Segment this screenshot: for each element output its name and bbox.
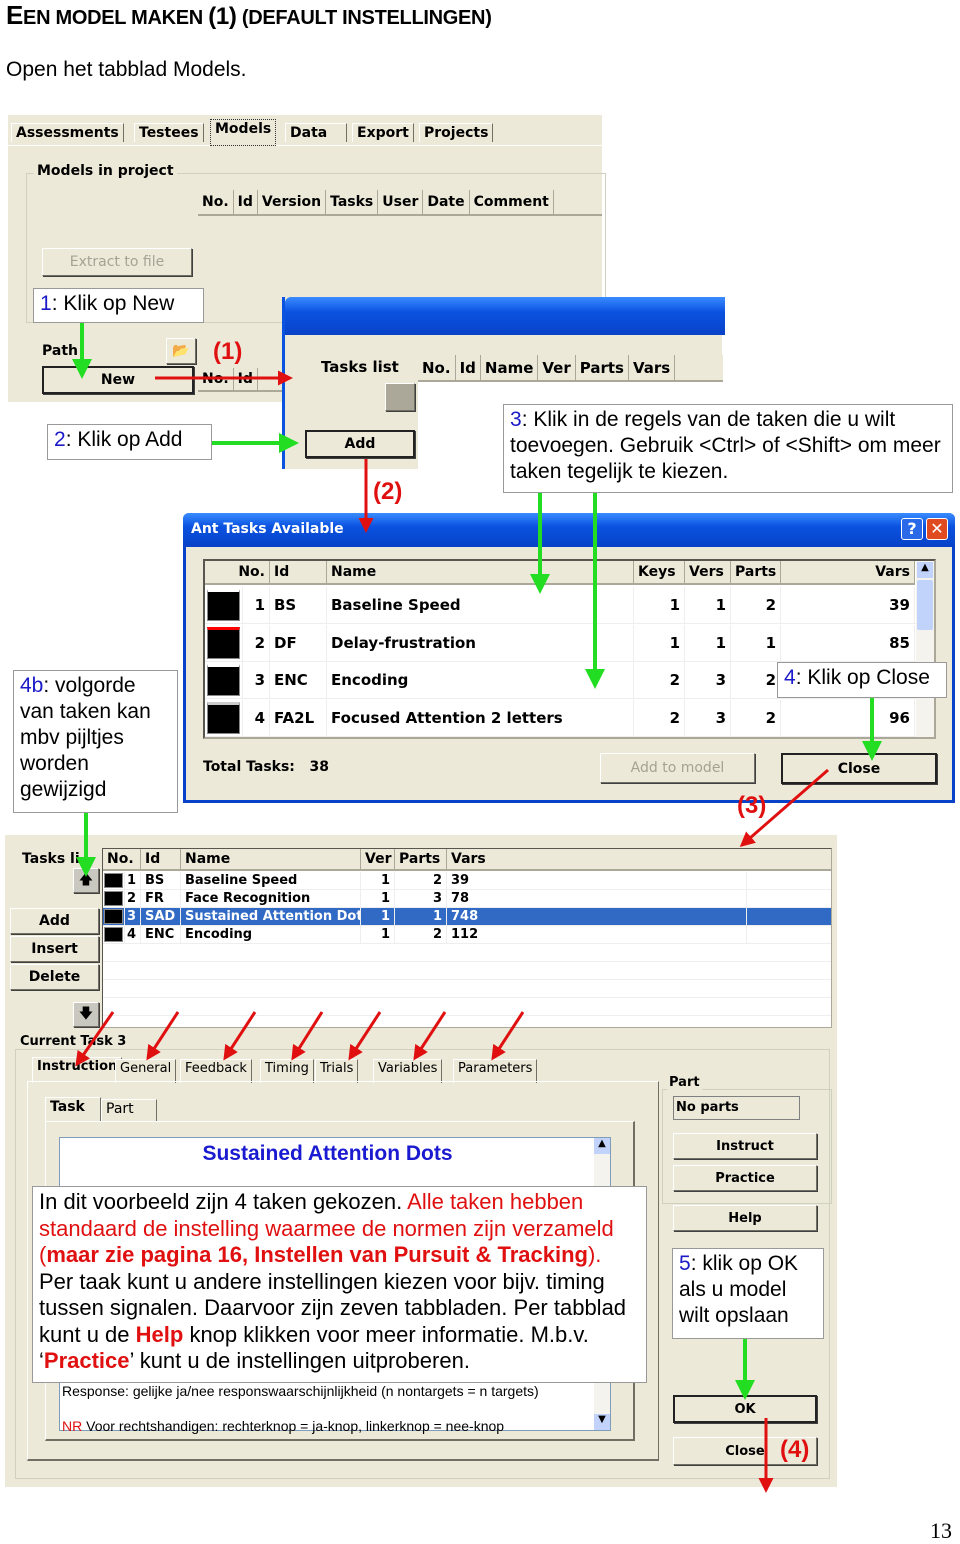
- annotation-arrows: [72, 323, 882, 1493]
- arrow-tab-timing: [291, 1011, 324, 1061]
- arrow-tab-trials: [348, 1011, 382, 1061]
- arrow-marker-3: [739, 768, 829, 847]
- arrow-tab-variables: [413, 1011, 447, 1061]
- page-number: 13: [930, 1518, 952, 1543]
- arrow-tab-feedback: [223, 1011, 257, 1061]
- arrow-tab-instruction: [75, 1011, 115, 1067]
- arrow-tab-parameters: [491, 1011, 525, 1061]
- arrow-tab-general: [146, 1011, 180, 1061]
